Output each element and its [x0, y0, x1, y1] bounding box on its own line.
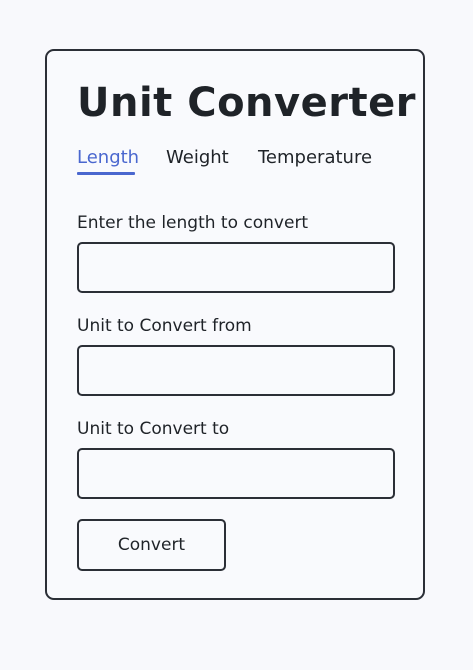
active-tab-indicator: [77, 172, 135, 175]
converter-card: Unit Converter Length Weight Temperature…: [45, 49, 425, 600]
tab-length-label: Length: [77, 147, 140, 168]
tab-weight-label: Weight: [166, 147, 229, 168]
length-value-input[interactable]: [77, 242, 395, 293]
to-unit-input[interactable]: [77, 448, 395, 499]
tab-temperature[interactable]: Temperature: [258, 147, 372, 169]
tab-temperature-label: Temperature: [258, 147, 373, 168]
convert-button[interactable]: Convert: [77, 519, 226, 571]
tab-weight[interactable]: Weight: [166, 147, 229, 169]
length-value-label: Enter the length to convert: [77, 213, 309, 233]
from-unit-label: Unit to Convert from: [77, 316, 252, 336]
from-unit-input[interactable]: [77, 345, 395, 396]
to-unit-label: Unit to Convert to: [77, 419, 230, 439]
page-title: Unit Converter: [77, 80, 416, 126]
tab-length[interactable]: Length: [77, 147, 140, 175]
